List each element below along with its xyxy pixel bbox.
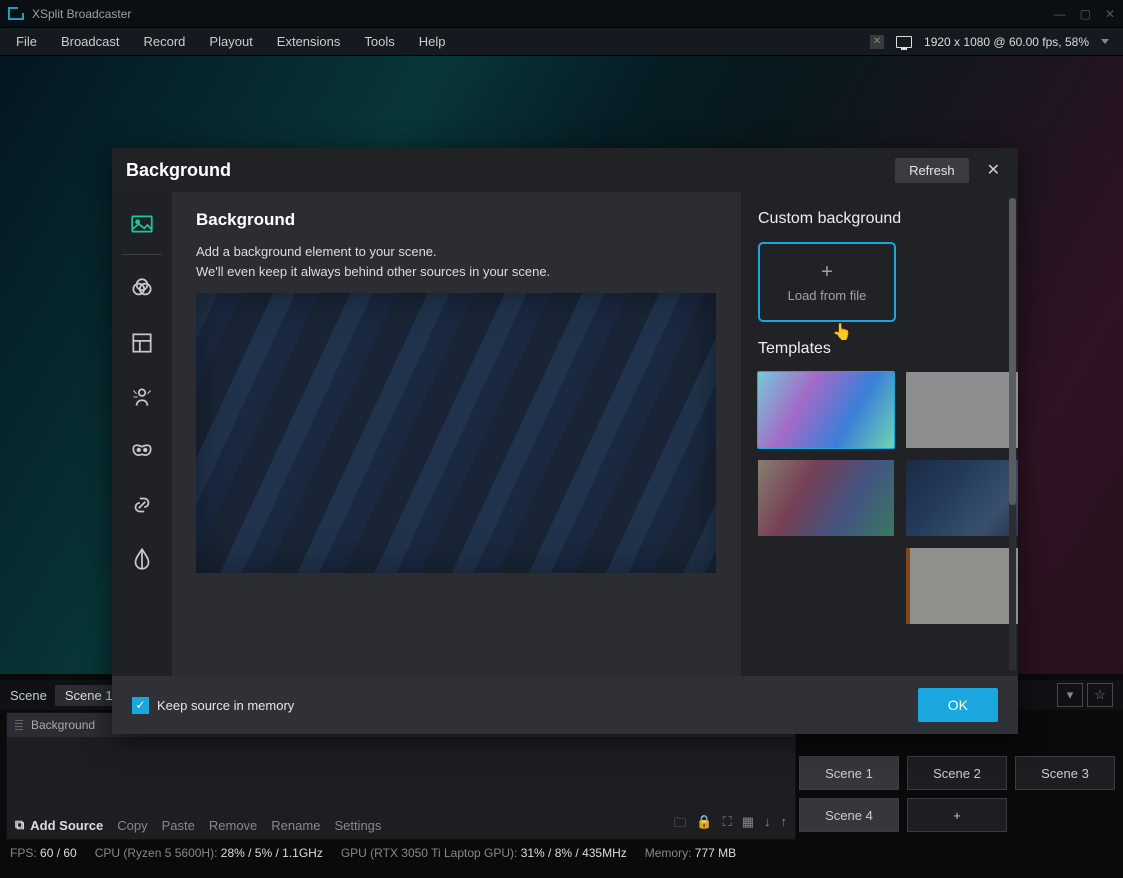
dialog-sidebar [112, 192, 172, 676]
menu-broadcast[interactable]: Broadcast [49, 30, 132, 53]
menu-tools[interactable]: Tools [352, 30, 406, 53]
dialog-title: Background [126, 160, 231, 181]
source-rename-button[interactable]: Rename [271, 818, 320, 833]
lock-toolbar-icon[interactable]: 🔒 [696, 814, 712, 836]
plus-box-icon: ⧉ [15, 817, 24, 833]
load-from-file-label: Load from file [788, 288, 867, 303]
droplet-icon [129, 546, 155, 572]
source-remove-button[interactable]: Remove [209, 818, 257, 833]
cpu-label: CPU (Ryzen 5 5600H): [95, 846, 218, 860]
app-logo-icon [8, 7, 24, 20]
fps-value: 60 / 60 [40, 846, 77, 860]
sidebar-item-person[interactable] [116, 371, 168, 423]
window-minimize-icon[interactable]: — [1054, 7, 1066, 21]
scene-grid: Scene 1 Scene 2 Scene 3 Scene 4 + [799, 756, 1115, 832]
sidebar-item-layout[interactable] [116, 317, 168, 369]
mem-label: Memory: [645, 846, 692, 860]
sidebar-item-filters[interactable] [116, 263, 168, 315]
gpu-label: GPU (RTX 3050 Ti Laptop GPU): [341, 846, 518, 860]
keep-in-memory-label: Keep source in memory [157, 698, 294, 713]
grid-icon[interactable]: ▦ [742, 814, 754, 836]
scene-button-3[interactable]: Scene 3 [1015, 756, 1115, 790]
menubar: File Broadcast Record Playout Extensions… [0, 28, 1123, 56]
cpu-value: 28% / 5% / 1.1GHz [221, 846, 323, 860]
dialog-main: Background Add a background element to y… [172, 192, 742, 676]
titlebar: XSplit Broadcaster — ▢ ✕ [0, 0, 1123, 28]
menu-file[interactable]: File [4, 30, 49, 53]
person-motion-icon [129, 384, 155, 410]
menu-playout[interactable]: Playout [197, 30, 264, 53]
add-source-button[interactable]: ⧉Add Source [15, 817, 103, 833]
output-status[interactable]: 1920 x 1080 @ 60.00 fps, 58% [924, 35, 1089, 49]
sidebar-item-background[interactable] [116, 198, 168, 250]
background-preview [196, 293, 716, 573]
refresh-button[interactable]: Refresh [895, 158, 969, 183]
sidebar-item-color[interactable] [116, 533, 168, 585]
template-thumb-3[interactable] [758, 460, 894, 536]
scene-add-button[interactable]: + [907, 798, 1007, 832]
mask-icon [129, 438, 155, 464]
dialog-footer: ✓ Keep source in memory OK [112, 676, 1018, 734]
menu-help[interactable]: Help [407, 30, 458, 53]
template-thumb-5[interactable] [906, 548, 1018, 624]
window-close-icon[interactable]: ✕ [1105, 7, 1115, 21]
status-bar: FPS: 60 / 60 CPU (Ryzen 5 5600H): 28% / … [0, 842, 1123, 864]
move-down-icon[interactable]: ↓ [764, 814, 771, 836]
sidebar-item-mask[interactable] [116, 425, 168, 477]
monitor-icon [896, 36, 912, 48]
scrollbar[interactable] [1009, 198, 1016, 670]
scene-favorite-icon[interactable]: ☆ [1087, 683, 1113, 707]
fps-label: FPS: [10, 846, 37, 860]
source-name: Background [31, 718, 95, 732]
template-thumb-1[interactable] [758, 372, 894, 448]
plus-icon: + [821, 262, 833, 282]
close-preview-icon[interactable]: ✕ [870, 35, 884, 49]
dialog-header: Background Refresh ✕ [112, 148, 1018, 192]
drag-handle-icon[interactable] [15, 720, 23, 730]
expand-icon[interactable]: ⛶ [723, 814, 732, 836]
close-dialog-icon[interactable]: ✕ [983, 158, 1004, 182]
sources-toolbar: ⧉Add Source Copy Paste Remove Rename Set… [7, 811, 795, 839]
sidebar-item-link[interactable] [116, 479, 168, 531]
dialog-right-panel: Custom background + Load from file 👆 Tem… [742, 192, 1018, 676]
keep-in-memory-checkbox[interactable]: ✓ [132, 697, 149, 714]
app-title: XSplit Broadcaster [32, 7, 131, 21]
source-copy-button[interactable]: Copy [117, 818, 147, 833]
section-desc-1: Add a background element to your scene. [196, 244, 437, 259]
venn-icon [129, 276, 155, 302]
menu-record[interactable]: Record [132, 30, 198, 53]
mem-value: 777 MB [695, 846, 736, 860]
templates-grid [758, 372, 996, 624]
chevron-down-icon[interactable] [1101, 39, 1109, 44]
ok-button[interactable]: OK [918, 688, 998, 722]
link-icon [129, 492, 155, 518]
section-heading: Background [196, 210, 717, 230]
move-up-icon[interactable]: ↑ [781, 814, 788, 836]
scene-button-1[interactable]: Scene 1 [799, 756, 899, 790]
template-thumb-4[interactable] [906, 460, 1018, 536]
window-maximize-icon[interactable]: ▢ [1080, 7, 1091, 21]
custom-bg-heading: Custom background [758, 210, 996, 228]
scene-button-2[interactable]: Scene 2 [907, 756, 1007, 790]
scene-label: Scene [10, 688, 47, 703]
template-thumb-2[interactable] [906, 372, 1018, 448]
layout-icon [129, 330, 155, 356]
source-settings-button[interactable]: Settings [334, 818, 381, 833]
load-from-file-button[interactable]: + Load from file [758, 242, 896, 322]
gpu-value: 31% / 8% / 435MHz [521, 846, 627, 860]
scene-button-4[interactable]: Scene 4 [799, 798, 899, 832]
scene-dropdown-icon[interactable]: ▾ [1057, 683, 1083, 707]
source-paste-button[interactable]: Paste [162, 818, 195, 833]
background-dialog: Background Refresh ✕ [112, 148, 1018, 734]
menu-extensions[interactable]: Extensions [265, 30, 353, 53]
folder-icon[interactable]: 🗀 [673, 814, 686, 836]
cursor-pointer-icon: 👆 [832, 322, 852, 342]
templates-heading: Templates [758, 340, 996, 358]
image-icon [129, 211, 155, 237]
section-desc-2: We'll even keep it always behind other s… [196, 264, 550, 279]
